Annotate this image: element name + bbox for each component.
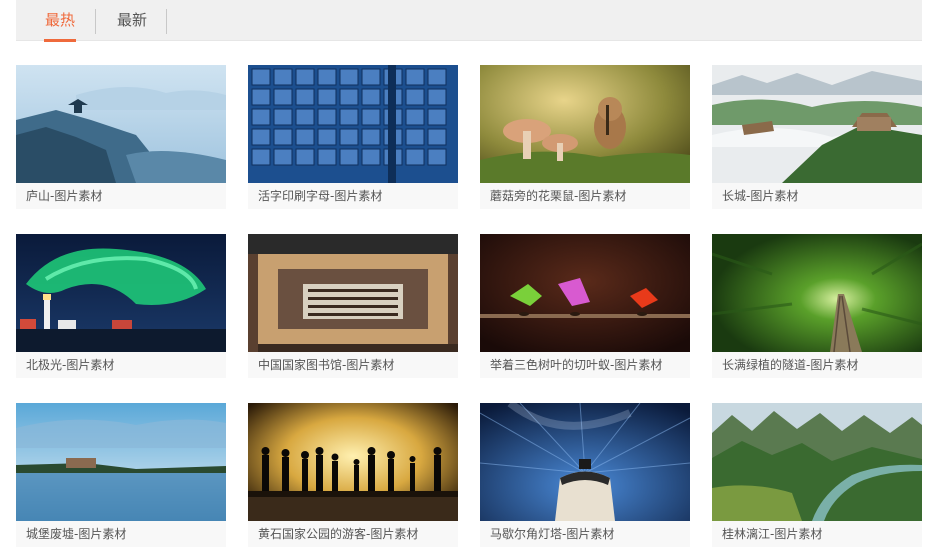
image-card-aurora[interactable]: 北极光-图片素材 bbox=[16, 234, 226, 378]
thumbnail-aurora bbox=[16, 234, 226, 352]
tab-divider bbox=[95, 9, 96, 34]
image-card-chipmunk[interactable]: 蘑菇旁的花栗鼠-图片素材 bbox=[480, 65, 690, 209]
image-card-library[interactable]: 中国国家图书馆-图片素材 bbox=[248, 234, 458, 378]
thumbnail-marshall-point bbox=[480, 403, 690, 521]
thumbnail-chipmunk bbox=[480, 65, 690, 183]
tab-bar: 最热 最新 bbox=[16, 0, 922, 41]
thumbnail-yellowstone bbox=[248, 403, 458, 521]
image-card-great-wall[interactable]: 长城-图片素材 bbox=[712, 65, 922, 209]
image-card-marshall-point[interactable]: 马歇尔角灯塔-图片素材 bbox=[480, 403, 690, 547]
image-card-guilin-lijiang[interactable]: 桂林漓江-图片素材 bbox=[712, 403, 922, 547]
thumbnail-castle-ruins bbox=[16, 403, 226, 521]
image-card-movable-type[interactable]: 活字印刷字母-图片素材 bbox=[248, 65, 458, 209]
card-caption: 举着三色树叶的切叶蚁-图片素材 bbox=[480, 352, 690, 378]
card-caption: 长城-图片素材 bbox=[712, 183, 922, 209]
image-card-yellowstone[interactable]: 黄石国家公园的游客-图片素材 bbox=[248, 403, 458, 547]
image-card-lushan[interactable]: 庐山-图片素材 bbox=[16, 65, 226, 209]
card-caption: 黄石国家公园的游客-图片素材 bbox=[248, 521, 458, 547]
card-caption: 庐山-图片素材 bbox=[16, 183, 226, 209]
card-caption: 北极光-图片素材 bbox=[16, 352, 226, 378]
card-caption: 中国国家图书馆-图片素材 bbox=[248, 352, 458, 378]
thumbnail-green-tunnel bbox=[712, 234, 922, 352]
card-caption: 长满绿植的隧道-图片素材 bbox=[712, 352, 922, 378]
card-caption: 桂林漓江-图片素材 bbox=[712, 521, 922, 547]
thumbnail-great-wall bbox=[712, 65, 922, 183]
image-card-leafcutter-ants[interactable]: 举着三色树叶的切叶蚁-图片素材 bbox=[480, 234, 690, 378]
thumbnail-guilin-lijiang bbox=[712, 403, 922, 521]
card-caption: 活字印刷字母-图片素材 bbox=[248, 183, 458, 209]
card-caption: 城堡废墟-图片素材 bbox=[16, 521, 226, 547]
image-card-green-tunnel[interactable]: 长满绿植的隧道-图片素材 bbox=[712, 234, 922, 378]
tab-divider bbox=[166, 9, 167, 34]
card-caption: 蘑菇旁的花栗鼠-图片素材 bbox=[480, 183, 690, 209]
thumbnail-leafcutter-ants bbox=[480, 234, 690, 352]
thumbnail-lushan bbox=[16, 65, 226, 183]
thumbnail-library bbox=[248, 234, 458, 352]
tab-hottest[interactable]: 最热 bbox=[40, 0, 80, 41]
thumbnail-movable-type bbox=[248, 65, 458, 183]
image-card-castle-ruins[interactable]: 城堡废墟-图片素材 bbox=[16, 403, 226, 547]
tab-latest[interactable]: 最新 bbox=[112, 0, 152, 41]
card-caption: 马歇尔角灯塔-图片素材 bbox=[480, 521, 690, 547]
